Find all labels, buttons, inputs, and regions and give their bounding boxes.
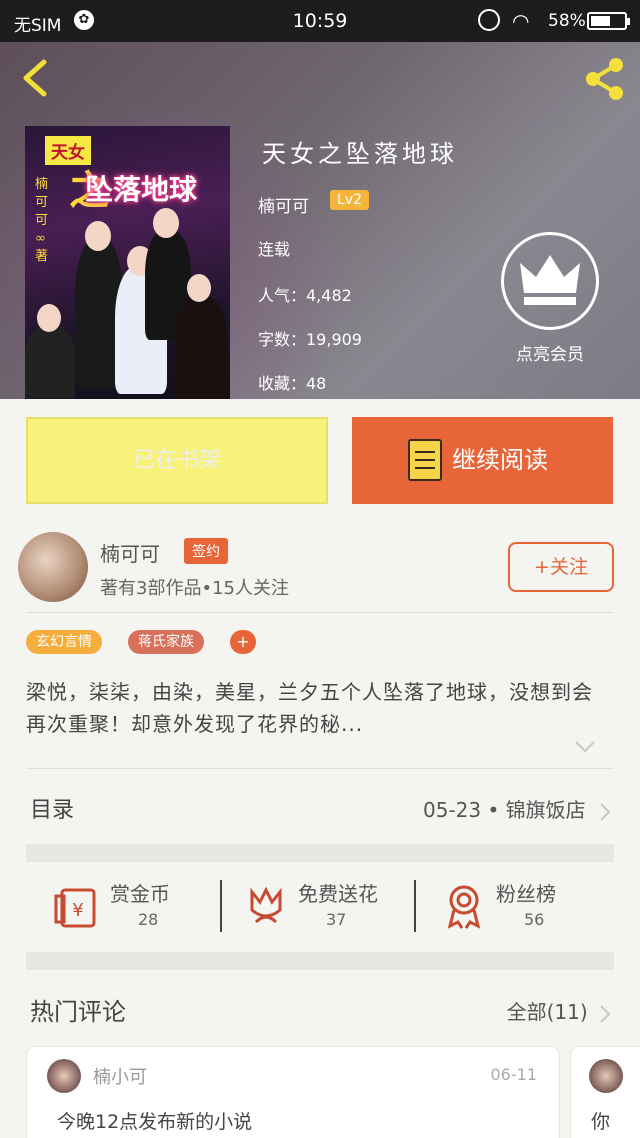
send-flower-label: 免费送花 bbox=[298, 882, 378, 906]
cover-figure bbox=[25, 326, 75, 399]
section-separator bbox=[26, 844, 614, 862]
wifi-icon: ◠ bbox=[512, 9, 530, 33]
chevron-right-icon bbox=[600, 1004, 611, 1023]
cover-face bbox=[37, 304, 61, 332]
fan-ranking-count: 56 bbox=[524, 910, 545, 929]
in-shelf-button[interactable]: 已在书架 bbox=[26, 417, 328, 504]
catalog-label[interactable]: 目录 bbox=[30, 792, 74, 824]
author-row[interactable]: 楠可可 签约 著有3部作品•15人关注 +关注 bbox=[0, 520, 640, 612]
book-status: 连载 bbox=[258, 240, 291, 259]
cover-face bbox=[85, 221, 111, 251]
red-envelope-icon: ¥ bbox=[54, 882, 102, 930]
comment-card[interactable]: 楠小可 06-11 今晚12点发布新的小说 bbox=[26, 1046, 560, 1138]
back-button[interactable] bbox=[18, 58, 52, 98]
medal-icon bbox=[440, 882, 488, 930]
book-popularity: 人气：4,482 bbox=[258, 286, 352, 305]
reward-coins-label: 赏金币 bbox=[110, 882, 170, 906]
chevron-right-icon bbox=[600, 802, 611, 821]
genre-tag[interactable]: 玄幻言情 bbox=[26, 630, 102, 654]
cover-face bbox=[153, 208, 179, 238]
synopsis[interactable]: 梁悦，柒柒，由染，美星，兰夕五个人坠落了地球，没想到会再次重聚！却意外发现了花界… bbox=[26, 676, 606, 740]
author-meta: 著有3部作品•15人关注 bbox=[100, 578, 289, 599]
share-icon bbox=[586, 58, 623, 100]
book-header: 天女 之 坠落地球 楠可可∞著 天女之坠落地球 楠可可 Lv2 连载 人气：4,… bbox=[0, 42, 640, 399]
add-tag-button[interactable]: + bbox=[230, 630, 256, 654]
vip-button[interactable] bbox=[501, 232, 599, 330]
book-icon bbox=[408, 439, 442, 481]
book-word-count: 字数：19,909 bbox=[258, 330, 362, 349]
battery-fill bbox=[591, 16, 610, 26]
flower-icon bbox=[242, 882, 290, 930]
section-separator bbox=[26, 952, 614, 970]
cover-vertical-text: 楠可可∞著 bbox=[35, 177, 49, 264]
hot-comments-title: 热门评论 bbox=[30, 998, 126, 1026]
comment-text: 你 bbox=[591, 1111, 611, 1133]
chevron-left-icon bbox=[23, 59, 47, 97]
cover-figure bbox=[175, 296, 227, 399]
avatar[interactable] bbox=[18, 532, 88, 602]
fan-ranking-button[interactable]: 粉丝榜 56 bbox=[412, 872, 602, 936]
latest-chapter[interactable]: 05-23 • 锦旗饭店 bbox=[423, 794, 612, 823]
battery-percent: 58% bbox=[548, 11, 586, 31]
send-flower-button[interactable]: 免费送花 37 bbox=[214, 872, 404, 936]
latest-chapter-label: 05-23 • 锦旗饭店 bbox=[423, 798, 586, 822]
share-button[interactable] bbox=[582, 56, 628, 102]
book-favorites: 收藏：48 bbox=[258, 374, 327, 393]
book-cover[interactable]: 天女 之 坠落地球 楠可可∞著 bbox=[25, 126, 230, 399]
continue-reading-button[interactable]: 继续阅读 bbox=[352, 417, 613, 504]
family-tag[interactable]: 蒋氏家族 bbox=[128, 630, 204, 654]
all-comments-label: 全部(11) bbox=[506, 1000, 588, 1024]
signed-badge: 签约 bbox=[184, 538, 228, 564]
divider bbox=[26, 612, 614, 613]
book-title: 天女之坠落地球 bbox=[262, 140, 458, 168]
battery-icon bbox=[587, 12, 630, 30]
reward-coins-button[interactable]: ¥ 赏金币 28 bbox=[26, 872, 216, 936]
continue-reading-label: 继续阅读 bbox=[452, 446, 548, 474]
cover-title: 坠落地球 bbox=[85, 173, 198, 206]
commenter-name[interactable]: 楠小可 bbox=[93, 1063, 147, 1089]
all-comments-link[interactable]: 全部(11) bbox=[507, 996, 612, 1025]
cover-face bbox=[187, 274, 211, 302]
divider bbox=[26, 768, 614, 769]
vip-label[interactable]: 点亮会员 bbox=[494, 340, 606, 365]
clock: 10:59 bbox=[292, 10, 348, 32]
alarm-icon bbox=[478, 9, 500, 31]
send-flower-count: 37 bbox=[326, 910, 347, 929]
chevron-down-icon[interactable] bbox=[574, 738, 596, 759]
reward-coins-count: 28 bbox=[138, 910, 159, 929]
fan-ranking-label: 粉丝榜 bbox=[496, 882, 556, 906]
commenter-avatar[interactable] bbox=[47, 1059, 81, 1093]
comment-card[interactable]: 你 bbox=[570, 1046, 640, 1138]
book-author[interactable]: 楠可可 bbox=[258, 192, 309, 217]
crown-icon bbox=[520, 255, 580, 305]
comment-text: 今晚12点发布新的小说 bbox=[57, 1111, 253, 1133]
status-bar: 无SIM ✿ 10:59 ◠ 58% bbox=[0, 0, 640, 42]
follow-button[interactable]: +关注 bbox=[508, 542, 614, 592]
commenter-avatar[interactable] bbox=[589, 1059, 623, 1093]
comment-date: 06-11 bbox=[490, 1065, 538, 1084]
author-level-badge: Lv2 bbox=[330, 190, 369, 210]
svg-text:¥: ¥ bbox=[72, 900, 83, 921]
author-name[interactable]: 楠可可 bbox=[100, 538, 160, 567]
